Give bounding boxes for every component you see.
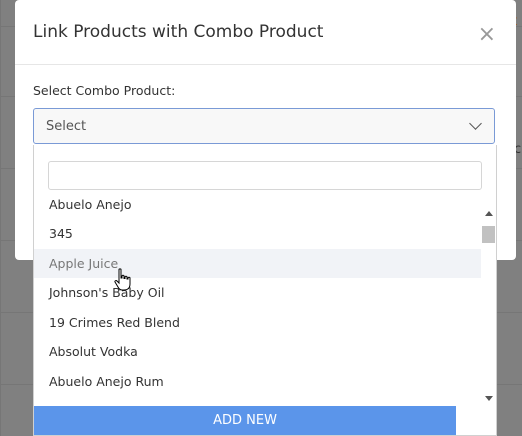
background-column-divider [0,0,1,436]
dropdown-option[interactable]: Absolut Vodka [34,337,481,367]
dropdown-option[interactable]: Johnson's Baby Oil [34,278,481,308]
combo-product-dropdown: Abuelo Anejo 345 Apple Juice Johnson's Baby… [33,145,497,436]
modal-header: Link Products with Combo Product × [15,0,516,65]
scroll-thumb[interactable] [482,226,495,243]
chevron-down-icon [469,117,482,130]
options-scrollbar[interactable] [482,209,496,403]
scroll-up-arrow-icon[interactable] [485,211,493,216]
modal-title: Link Products with Combo Product [33,22,324,42]
dropdown-option[interactable]: 19 Crimes Red Blend [34,308,481,338]
combo-product-select[interactable]: Select [33,108,495,144]
combo-product-label: Select Combo Product: [33,83,176,98]
scroll-down-arrow-icon[interactable] [485,396,493,401]
dropdown-option[interactable]: Apple Juice [34,248,481,278]
add-new-button[interactable]: ADD NEW [34,406,456,435]
options-list: Abuelo Anejo 345 Apple Juice Johnson's Baby… [34,199,481,406]
hand-pointer-icon [114,268,131,291]
dropdown-option[interactable]: 345 [34,219,481,249]
select-value: Select [46,119,87,134]
dropdown-option[interactable]: Abuelo Anejo Rum [34,367,481,397]
close-icon[interactable]: × [478,24,496,46]
dropdown-search-input[interactable] [48,161,482,190]
dropdown-option[interactable]: Abuelo Anejo [34,199,481,219]
